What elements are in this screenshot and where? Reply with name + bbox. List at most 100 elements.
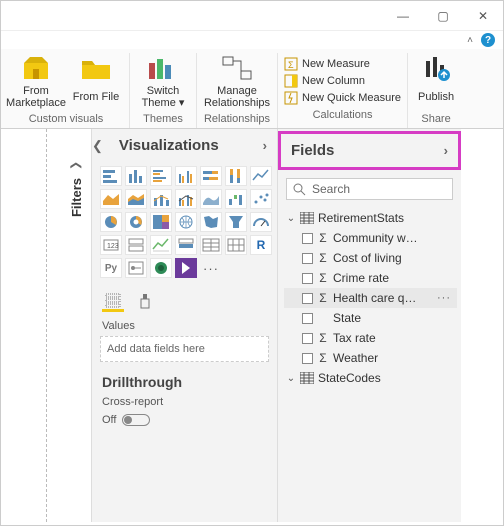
fields-pane: Fields › Search ⌄ RetirementStats ΣCommu… <box>277 129 461 522</box>
from-marketplace-button[interactable]: From Marketplace <box>7 53 65 111</box>
table-icon <box>300 212 314 224</box>
viz-scatter[interactable] <box>250 189 272 209</box>
field-state[interactable]: ΣState <box>284 308 457 328</box>
viz-gauge[interactable] <box>250 212 272 232</box>
new-column-button[interactable]: New Column <box>282 73 403 89</box>
checkbox[interactable] <box>302 313 313 324</box>
search-icon <box>293 183 306 196</box>
expand-filters-icon[interactable]: ❮ <box>70 161 83 170</box>
table-row-retirementstats[interactable]: ⌄ RetirementStats <box>284 208 457 228</box>
relationships-icon <box>221 55 253 83</box>
field-crime-rate[interactable]: ΣCrime rate <box>284 268 457 288</box>
viz-filled-map[interactable] <box>200 212 222 232</box>
viz-100-stacked-column[interactable] <box>225 166 247 186</box>
viz-card[interactable]: 123 <box>100 235 122 255</box>
maximize-button[interactable]: ▢ <box>423 2 463 30</box>
viz-treemap[interactable] <box>150 212 172 232</box>
field-weather[interactable]: ΣWeather <box>284 348 457 368</box>
field-cost-of-living[interactable]: ΣCost of living <box>284 248 457 268</box>
viz-stacked-bar[interactable] <box>100 166 122 186</box>
measure-icon: Σ <box>284 57 298 71</box>
viz-ribbon[interactable] <box>200 189 222 209</box>
viz-stacked-column[interactable] <box>125 166 147 186</box>
viz-slicer[interactable] <box>175 235 197 255</box>
new-measure-button[interactable]: ΣNew Measure <box>282 56 403 72</box>
viz-more-options[interactable]: ··· <box>200 258 222 278</box>
format-tab-icon[interactable] <box>134 290 156 312</box>
svg-text:Σ: Σ <box>288 60 294 70</box>
viz-matrix[interactable] <box>225 235 247 255</box>
viz-multi-row-card[interactable] <box>125 235 147 255</box>
collapse-viz-pane-icon[interactable]: ❮ <box>92 138 109 154</box>
viz-funnel[interactable] <box>225 212 247 232</box>
svg-text:123: 123 <box>107 243 119 250</box>
viz-powerapps[interactable] <box>175 258 197 278</box>
fields-search-input[interactable]: Search <box>286 178 453 200</box>
viz-key-influencers[interactable] <box>125 258 147 278</box>
file-folder-icon <box>80 55 112 83</box>
sigma-icon: Σ <box>318 271 328 285</box>
report-canvas[interactable]: ❮ Filters <box>1 129 91 522</box>
viz-stacked-area[interactable] <box>125 189 147 209</box>
ribbon-category-label: Custom visuals <box>7 111 125 128</box>
viz-python[interactable]: Py <box>100 258 122 278</box>
close-button[interactable]: ✕ <box>463 2 503 30</box>
viz-100-stacked-bar[interactable] <box>200 166 222 186</box>
minimize-button[interactable]: — <box>383 2 423 30</box>
fields-tab-icon[interactable] <box>102 290 124 312</box>
viz-clustered-bar[interactable] <box>150 166 172 186</box>
table-row-statecodes[interactable]: ⌄ StateCodes <box>284 368 457 388</box>
viz-r-script[interactable]: R <box>250 235 272 255</box>
viz-arcgis[interactable] <box>150 258 172 278</box>
ribbon-group-share: Publish Share <box>408 53 464 128</box>
viz-line-stacked-column[interactable] <box>150 189 172 209</box>
viz-table[interactable] <box>200 235 222 255</box>
field-health-care[interactable]: ΣHealth care q…··· <box>284 288 457 308</box>
quick-measure-icon <box>284 91 298 105</box>
ribbon: From Marketplace From File Custom visual… <box>1 49 503 129</box>
viz-map[interactable] <box>175 212 197 232</box>
manage-relationships-button[interactable]: Manage Relationships <box>201 53 273 111</box>
visualizations-header[interactable]: Visualizations › <box>109 129 277 162</box>
values-dropwell[interactable]: Add data fields here <box>100 336 269 362</box>
new-quick-measure-button[interactable]: New Quick Measure <box>282 90 403 106</box>
titlebar: — ▢ ✕ <box>1 1 503 31</box>
chevron-right-icon: › <box>263 138 267 153</box>
filters-pane-collapsed[interactable]: ❮ Filters <box>69 159 84 217</box>
switch-theme-button[interactable]: Switch Theme ▾ <box>134 53 192 111</box>
visualization-type-grid: 123 R Py ··· <box>92 162 277 282</box>
collapse-ribbon-icon[interactable]: ˄ <box>467 35 473 46</box>
from-file-button[interactable]: From File <box>67 53 125 111</box>
viz-kpi[interactable] <box>150 235 172 255</box>
viz-line-clustered-column[interactable] <box>175 189 197 209</box>
viz-area[interactable] <box>100 189 122 209</box>
cross-report-toggle[interactable] <box>122 414 150 426</box>
viz-pie[interactable] <box>100 212 122 232</box>
drillthrough-header: Drillthrough <box>92 370 277 392</box>
viz-clustered-column[interactable] <box>175 166 197 186</box>
viz-line[interactable] <box>250 166 272 186</box>
publish-button[interactable]: Publish <box>412 53 460 111</box>
checkbox[interactable] <box>302 353 313 364</box>
checkbox[interactable] <box>302 333 313 344</box>
field-tax-rate[interactable]: ΣTax rate <box>284 328 457 348</box>
sigma-icon: Σ <box>318 251 328 265</box>
ribbon-category-label: Calculations <box>282 107 403 124</box>
filters-label: Filters <box>69 178 84 217</box>
fields-header[interactable]: Fields › <box>281 134 458 167</box>
column-icon <box>284 74 298 88</box>
fields-tree: ⌄ RetirementStats ΣCommunity w… ΣCost of… <box>278 206 461 394</box>
checkbox[interactable] <box>302 273 313 284</box>
ribbon-group-themes: Switch Theme ▾ Themes <box>130 53 197 128</box>
viz-waterfall[interactable] <box>225 189 247 209</box>
checkbox[interactable] <box>302 293 313 304</box>
field-community[interactable]: ΣCommunity w… <box>284 228 457 248</box>
field-more-icon[interactable]: ··· <box>437 292 455 304</box>
help-icon[interactable]: ? <box>481 33 495 47</box>
sigma-icon: Σ <box>318 291 328 305</box>
table-icon <box>300 372 314 384</box>
viz-donut[interactable] <box>125 212 147 232</box>
checkbox[interactable] <box>302 233 313 244</box>
checkbox[interactable] <box>302 253 313 264</box>
viz-format-tabs <box>92 282 277 314</box>
